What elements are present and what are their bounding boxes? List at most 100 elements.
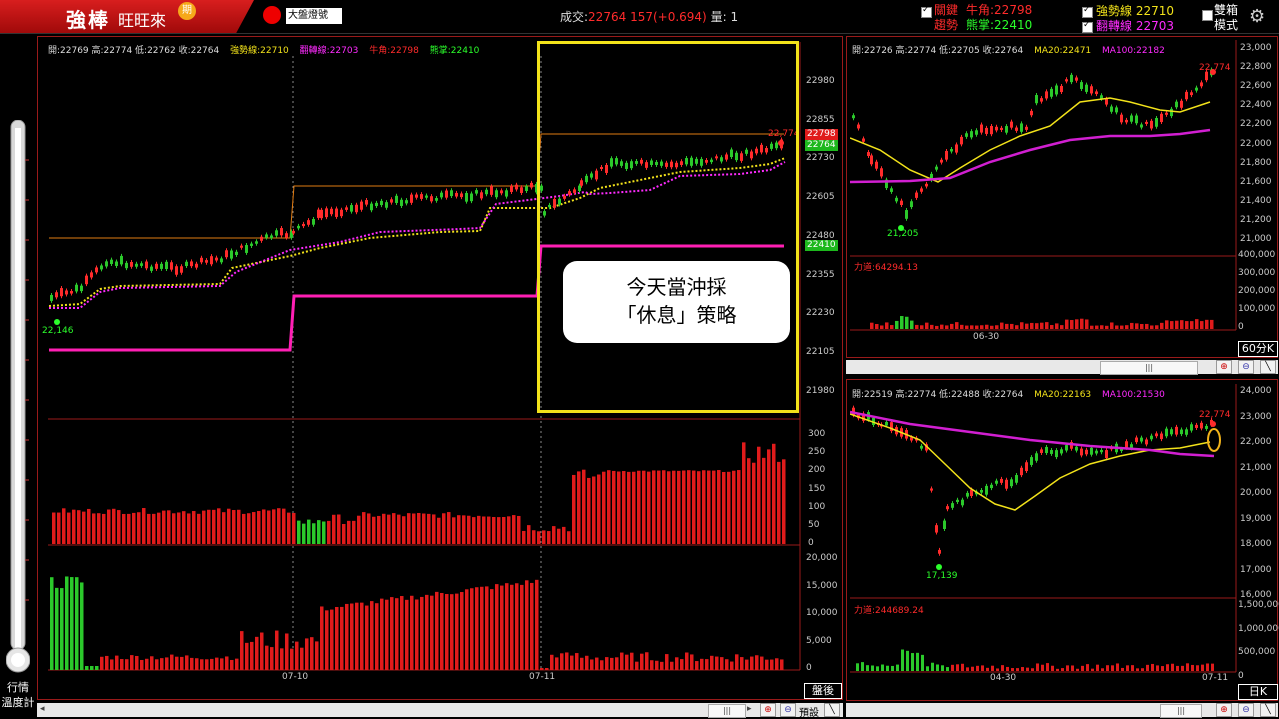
power-bar xyxy=(916,652,919,671)
candle xyxy=(312,219,315,225)
indicator-bar xyxy=(435,591,439,670)
candle xyxy=(345,207,348,210)
period-day-button[interactable]: 日K xyxy=(1238,684,1278,700)
candle xyxy=(85,275,88,285)
dual-box-checkbox[interactable] xyxy=(1202,9,1213,21)
candle xyxy=(70,291,73,294)
volume-bar xyxy=(142,508,146,544)
indicator-bar xyxy=(305,638,309,670)
60m-scrollbar[interactable] xyxy=(846,360,1278,374)
candle xyxy=(420,194,423,199)
60m-date: 06-30 xyxy=(973,332,1000,342)
market-signal-light-icon[interactable] xyxy=(263,6,281,24)
candle xyxy=(1045,91,1048,99)
candle xyxy=(1195,424,1198,428)
power-bar xyxy=(1081,665,1084,671)
candle xyxy=(1135,437,1138,443)
indicator-bar xyxy=(380,598,384,670)
candle xyxy=(130,261,133,267)
axis-tick-label: 300 xyxy=(808,429,826,439)
60m-draw-line-icon[interactable]: ╲ xyxy=(1260,360,1276,374)
volume-bar xyxy=(557,528,561,544)
volume-bar xyxy=(312,523,316,544)
indicator-bar xyxy=(540,668,544,670)
indicator-bar xyxy=(475,587,479,670)
main-scroll-thumb[interactable]: ||| xyxy=(708,704,746,718)
axis-tick-label: 300,000 xyxy=(1238,268,1276,279)
indicator-bar xyxy=(590,659,594,670)
60m-zoom-out-icon[interactable]: ⊖ xyxy=(1238,360,1254,374)
volume-bar xyxy=(747,458,751,544)
indicator-bar xyxy=(690,654,694,670)
period-60m-button[interactable]: 60分K xyxy=(1238,341,1278,357)
candle xyxy=(1105,98,1108,105)
power-bar xyxy=(991,665,994,671)
candle xyxy=(1050,88,1053,97)
power-bar xyxy=(885,322,889,329)
indicator-bar xyxy=(595,657,599,670)
gear-icon[interactable]: ⚙ xyxy=(1249,6,1265,27)
after-hours-button[interactable]: 盤後 xyxy=(804,683,842,699)
60m-zoom-in-icon[interactable]: ⊕ xyxy=(1216,360,1232,374)
candle xyxy=(900,200,903,206)
volume-bar xyxy=(257,510,261,544)
main-draw-line-icon[interactable]: ╲ xyxy=(824,703,840,717)
candle xyxy=(951,503,954,508)
indicator-bar xyxy=(545,668,549,670)
strong-line-checkbox[interactable] xyxy=(1082,5,1093,18)
day-scroll-thumb[interactable]: ||| xyxy=(1160,704,1202,718)
volume-bar xyxy=(612,470,616,544)
main-scroll-left-icon[interactable]: ◂ xyxy=(40,704,45,714)
candle xyxy=(270,235,273,239)
candle xyxy=(895,197,898,202)
candle xyxy=(380,200,383,206)
power-bar xyxy=(996,668,999,671)
indicator-bar xyxy=(710,655,714,670)
candle xyxy=(950,149,953,152)
day-zoom-out-icon[interactable]: ⊖ xyxy=(1238,703,1254,717)
candle xyxy=(943,520,946,529)
volume-bar xyxy=(237,509,241,544)
dual-box-label-2: 模式 xyxy=(1214,18,1239,32)
main-volume-bars xyxy=(52,442,786,544)
candle xyxy=(1095,450,1098,454)
preset-button[interactable]: 預設 xyxy=(799,704,819,719)
market-signal-label[interactable]: 大盤燈號 xyxy=(286,8,342,24)
candle xyxy=(910,201,913,208)
volume-bar xyxy=(377,515,381,544)
key-checkbox[interactable] xyxy=(921,5,932,18)
main-zoom-out-icon[interactable]: ⊖ xyxy=(780,703,796,717)
volume-bar xyxy=(457,515,461,544)
power-bar xyxy=(966,667,969,671)
chart-day-svg[interactable] xyxy=(850,384,1238,684)
candle xyxy=(485,189,488,195)
candle xyxy=(250,243,253,246)
indicator-bar xyxy=(470,588,474,670)
day-zoom-in-icon[interactable]: ⊕ xyxy=(1216,703,1232,717)
key-toggle[interactable] xyxy=(921,1,935,18)
indicator-bar xyxy=(80,582,84,670)
60m-scroll-thumb[interactable]: ||| xyxy=(1100,361,1198,375)
indicator-bar xyxy=(260,632,264,670)
indicator-bar xyxy=(725,659,729,670)
turn-line-toggle[interactable]: 翻轉線 22703 xyxy=(1082,17,1174,34)
day-scrollbar[interactable] xyxy=(846,703,1278,717)
axis-tick-label: 150 xyxy=(808,483,826,494)
chart-60m-svg[interactable] xyxy=(850,40,1238,340)
turn-line-checkbox[interactable] xyxy=(1082,20,1093,33)
power-bar xyxy=(900,316,904,329)
main-zoom-in-icon[interactable]: ⊕ xyxy=(760,703,776,717)
volume-bar xyxy=(102,513,106,544)
main-scroll-right-icon[interactable]: ▸ xyxy=(747,704,752,714)
brand-title: 強棒 xyxy=(66,8,110,32)
volume-bar xyxy=(757,446,761,544)
indicator-bar xyxy=(535,579,539,670)
candle xyxy=(95,267,98,273)
candle xyxy=(445,190,448,198)
candle xyxy=(1110,106,1113,112)
volume-bar xyxy=(402,516,406,544)
day-draw-line-icon[interactable]: ╲ xyxy=(1260,703,1276,717)
power-bar xyxy=(880,325,884,329)
volume-bar xyxy=(52,512,56,544)
axis-tick-label: 19,000 xyxy=(1240,513,1272,524)
